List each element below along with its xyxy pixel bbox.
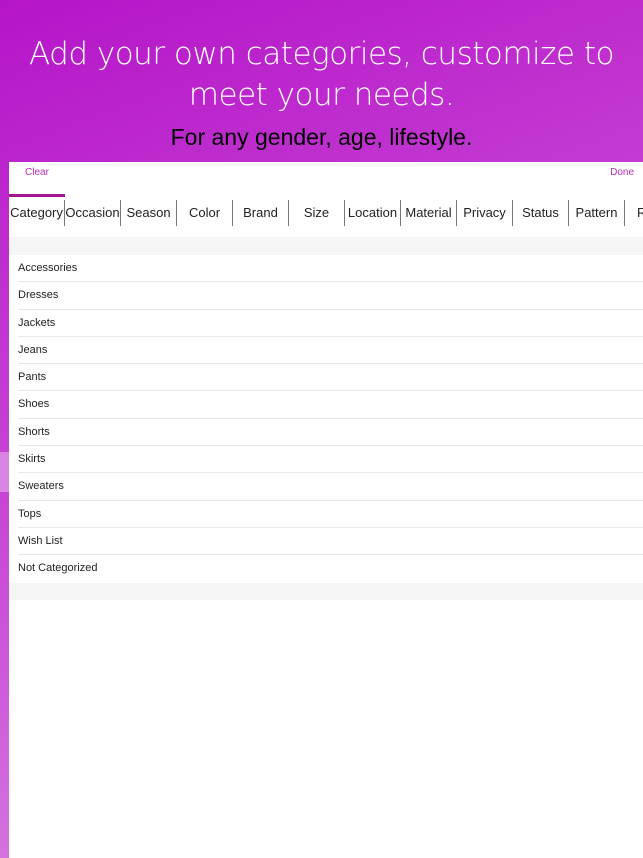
- section-spacer: [9, 583, 643, 600]
- list-item[interactable]: Accessories: [9, 255, 643, 283]
- category-panel: Clear Done Category Occasion Season Colo…: [9, 162, 643, 858]
- active-tab-indicator: [9, 194, 65, 197]
- tab-size[interactable]: Size: [289, 200, 345, 226]
- promo-subtitle: For any gender, age, lifestyle.: [170, 124, 473, 150]
- list-item[interactable]: Jackets: [9, 310, 643, 338]
- tab-pattern[interactable]: Pattern: [569, 200, 625, 226]
- toolbar: Clear Done: [9, 162, 643, 192]
- tab-material[interactable]: Material: [401, 200, 457, 226]
- list-item[interactable]: Skirts: [9, 446, 643, 474]
- list-item[interactable]: Shorts: [9, 419, 643, 447]
- tab-occasion[interactable]: Occasion: [65, 200, 121, 226]
- list-item[interactable]: Wish List: [9, 528, 643, 556]
- list-item[interactable]: Sweaters: [9, 473, 643, 501]
- list-item[interactable]: Pants: [9, 364, 643, 392]
- tab-privacy[interactable]: Privacy: [457, 200, 513, 226]
- tab-brand[interactable]: Brand: [233, 200, 289, 226]
- clear-button[interactable]: Clear: [25, 167, 49, 178]
- promo-header: Add your own categories, customize to me…: [0, 0, 643, 162]
- list-item[interactable]: Dresses: [9, 282, 643, 310]
- tab-color[interactable]: Color: [177, 200, 233, 226]
- promo-title: Add your own categories, customize to me…: [29, 36, 614, 113]
- section-spacer: [9, 237, 643, 255]
- tab-category[interactable]: Category: [9, 200, 65, 226]
- category-list: Accessories Dresses Jackets Jeans Pants …: [9, 255, 643, 583]
- list-item[interactable]: Shoes: [9, 391, 643, 420]
- list-item[interactable]: Tops: [9, 501, 643, 529]
- tab-season[interactable]: Season: [121, 200, 177, 226]
- tab-more[interactable]: R: [625, 200, 643, 226]
- filter-tabs: Category Occasion Season Color Brand Siz…: [9, 200, 643, 226]
- tab-status[interactable]: Status: [513, 200, 569, 226]
- list-item[interactable]: Not Categorized: [9, 555, 643, 582]
- done-button[interactable]: Done: [610, 167, 634, 178]
- list-item[interactable]: Jeans: [9, 337, 643, 365]
- side-scroll-indicator: [0, 452, 9, 492]
- tab-location[interactable]: Location: [345, 200, 401, 226]
